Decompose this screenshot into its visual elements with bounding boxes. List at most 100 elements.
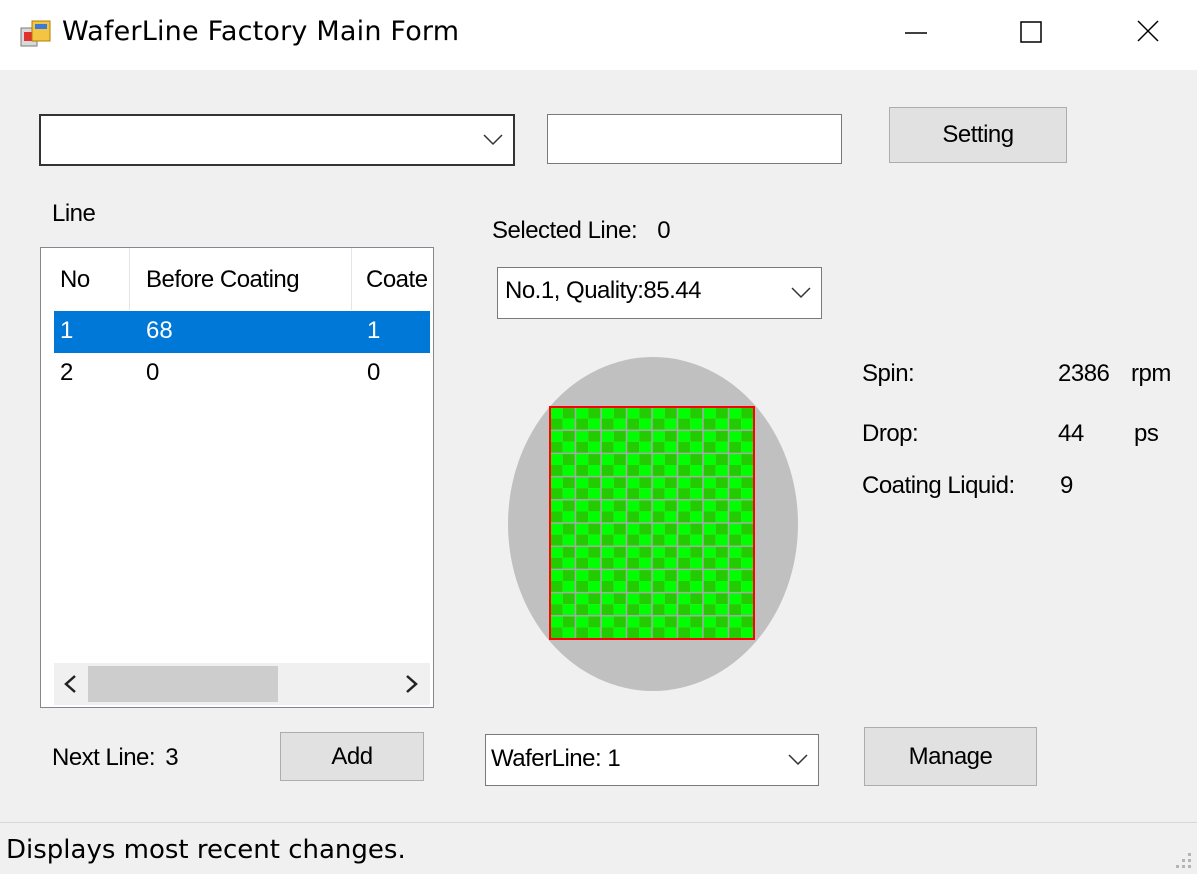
die-cell xyxy=(588,615,601,628)
table-row[interactable]: 2 0 0 xyxy=(54,353,430,395)
die-cell xyxy=(575,592,589,605)
die-cell xyxy=(562,418,576,431)
die-cell xyxy=(601,546,614,558)
die-cell xyxy=(562,430,576,442)
horizontal-scrollbar[interactable] xyxy=(54,663,430,705)
waferline-select[interactable]: WaferLine: 1 xyxy=(485,734,819,786)
die-cell xyxy=(728,592,742,605)
die-cell xyxy=(677,557,691,570)
die-cell xyxy=(588,476,601,489)
die-cell xyxy=(741,592,754,605)
die-cell xyxy=(575,465,589,477)
die-cell xyxy=(601,523,614,535)
die-cell xyxy=(626,604,640,616)
die-cell xyxy=(703,615,716,628)
die-cell xyxy=(575,499,589,512)
die-cell xyxy=(677,592,691,605)
die-cell xyxy=(562,488,576,500)
column-header-before-coating[interactable]: Before Coating xyxy=(130,248,351,310)
die-cell xyxy=(575,430,589,442)
die-cell xyxy=(613,453,627,465)
die-cell xyxy=(652,557,665,570)
die-cell xyxy=(690,581,703,593)
die-cell xyxy=(677,546,691,558)
die-cell xyxy=(562,546,576,558)
die-cell xyxy=(728,511,742,523)
die-cell xyxy=(652,476,665,489)
die-cell xyxy=(588,430,601,442)
die-cell xyxy=(715,557,729,570)
die-cell xyxy=(703,592,716,605)
wafer-select[interactable]: No.1, Quality:85.44 xyxy=(497,267,822,319)
die-cell xyxy=(703,453,716,465)
die-cell xyxy=(626,488,640,500)
die-cell xyxy=(601,499,614,512)
die-cell xyxy=(728,418,742,431)
die-cell xyxy=(550,407,563,419)
minimize-button[interactable] xyxy=(858,0,974,70)
scroll-right-button[interactable] xyxy=(396,663,430,705)
die-cell xyxy=(690,476,703,489)
die-cell xyxy=(652,569,665,581)
die-cell xyxy=(728,488,742,500)
die-cell xyxy=(601,557,614,570)
resize-grip-icon[interactable] xyxy=(1171,848,1193,870)
die-cell xyxy=(728,569,742,581)
die-cell xyxy=(690,418,703,431)
manage-button[interactable]: Manage xyxy=(864,727,1037,786)
die-cell xyxy=(575,511,589,523)
die-cell xyxy=(613,627,627,639)
die-cell xyxy=(639,546,652,558)
line-label: Line xyxy=(52,200,96,227)
die-cell xyxy=(715,581,729,593)
next-line-value: 3 xyxy=(165,744,179,771)
die-cell xyxy=(562,569,576,581)
die-cell xyxy=(677,569,691,581)
close-button[interactable] xyxy=(1090,0,1197,70)
die-cell xyxy=(664,627,678,639)
line-listview[interactable]: No Before Coating Coate 1 68 1 2 0 0 xyxy=(40,247,434,708)
die-cell xyxy=(715,511,729,523)
die-cell xyxy=(601,604,614,616)
die-cell xyxy=(562,465,576,477)
add-button[interactable]: Add xyxy=(280,732,424,781)
die-cell xyxy=(575,569,589,581)
maximize-button[interactable] xyxy=(974,0,1090,70)
die-cell xyxy=(575,546,589,558)
die-cell xyxy=(703,569,716,581)
die-cell xyxy=(588,546,601,558)
die-cell xyxy=(550,557,563,570)
top-combo[interactable] xyxy=(39,114,515,166)
column-header-no[interactable]: No xyxy=(53,248,129,310)
die-cell xyxy=(613,546,627,558)
die-cell xyxy=(588,534,601,547)
die-cell xyxy=(588,592,601,605)
die-cell xyxy=(715,627,729,639)
die-cell xyxy=(690,511,703,523)
die-cell xyxy=(652,592,665,605)
die-cell xyxy=(588,604,601,616)
column-header-coated[interactable]: Coate xyxy=(352,248,432,310)
die-cell xyxy=(703,430,716,442)
top-text-input[interactable] xyxy=(547,114,842,164)
scroll-left-button[interactable] xyxy=(54,663,88,705)
die-cell xyxy=(588,407,601,419)
die-cell xyxy=(550,627,563,639)
waferline-select-value: WaferLine: 1 xyxy=(491,745,621,772)
die-cell xyxy=(588,453,601,465)
die-cell xyxy=(550,465,563,477)
table-row[interactable]: 1 68 1 xyxy=(54,311,430,353)
die-cell xyxy=(664,592,678,605)
setting-button[interactable]: Setting xyxy=(889,107,1067,163)
die-cell xyxy=(575,581,589,593)
die-cell xyxy=(550,418,563,431)
die-cell xyxy=(741,453,754,465)
die-cell xyxy=(652,523,665,535)
die-cell xyxy=(626,453,640,465)
die-cell xyxy=(613,604,627,616)
die-cell xyxy=(639,441,652,454)
die-cell xyxy=(703,441,716,454)
die-cell xyxy=(562,523,576,535)
die-cell xyxy=(664,557,678,570)
scrollbar-thumb[interactable] xyxy=(88,666,278,702)
